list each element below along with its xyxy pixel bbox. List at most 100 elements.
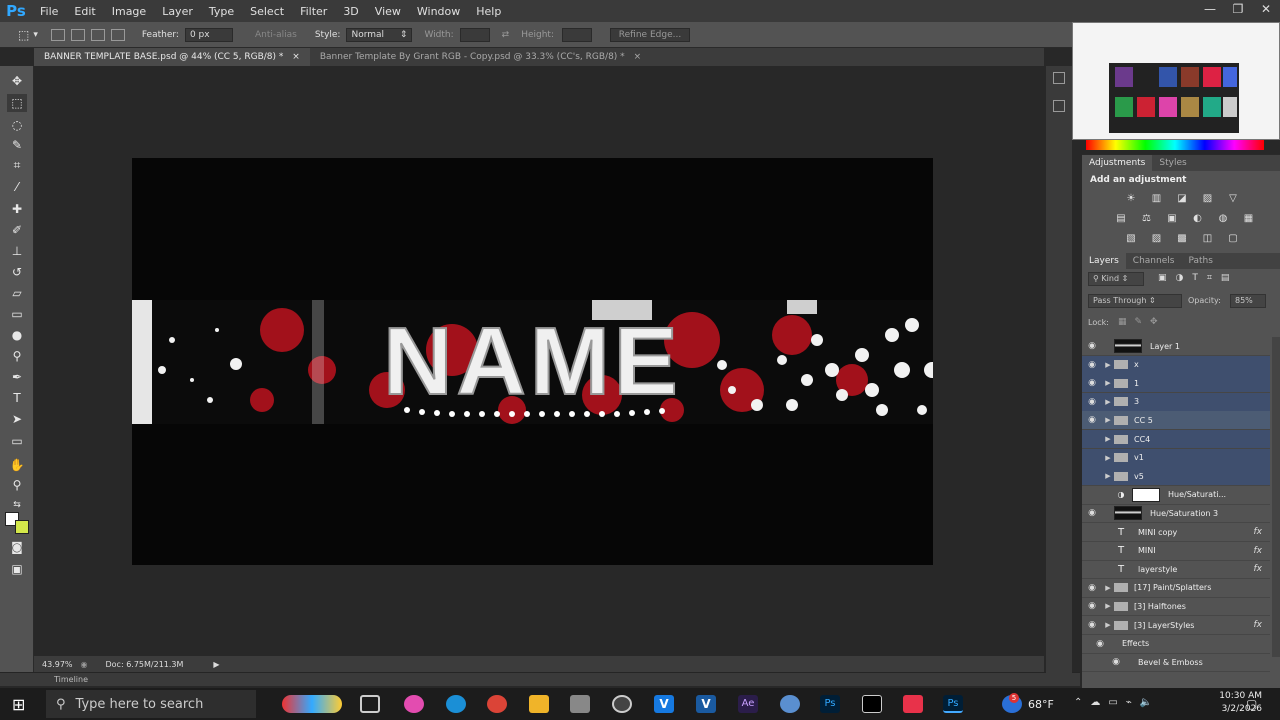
expand-triangle-icon[interactable]: ▶ (1102, 454, 1114, 462)
edge-icon[interactable] (446, 695, 466, 713)
capcut-icon[interactable] (862, 695, 882, 713)
menu-window[interactable]: Window (409, 5, 468, 18)
obs-icon[interactable] (612, 695, 632, 713)
history-brush-icon[interactable]: ↺ (7, 263, 27, 281)
menu-help[interactable]: Help (468, 5, 509, 18)
info-icon[interactable]: ◉ (81, 660, 88, 669)
layer-row[interactable]: ◑ Hue/Saturati... (1082, 486, 1270, 505)
close-icon[interactable]: ✕ (1252, 0, 1280, 22)
layer-row[interactable]: ◉ ▶ [17] Paint/Splatters (1082, 579, 1270, 598)
visibility-eye-icon[interactable]: ◉ (1106, 657, 1126, 667)
expand-triangle-icon[interactable]: ▶ (1102, 379, 1114, 387)
layer-row[interactable]: ◉ ▶ CC 5 (1082, 411, 1270, 431)
crop-tool-icon[interactable]: ⌗ (7, 156, 27, 174)
subtract-selection-icon[interactable] (90, 28, 105, 41)
screen-mode-icon[interactable]: ▣ (7, 560, 27, 578)
type-tool-icon[interactable]: T (7, 389, 27, 407)
invert-icon[interactable]: ▧ (1124, 233, 1138, 245)
visibility-eye-icon[interactable]: ◉ (1082, 341, 1102, 351)
navigator-preview[interactable] (1072, 22, 1280, 140)
menu-select[interactable]: Select (242, 5, 292, 18)
visibility-eye-icon[interactable]: ◉ (1082, 601, 1102, 611)
brightness-icon[interactable]: ☀ (1124, 193, 1138, 205)
layer-effects-icon[interactable]: fx (1254, 527, 1263, 537)
history-icon[interactable] (1053, 72, 1065, 84)
layer-row[interactable]: ▶ v1 (1082, 448, 1270, 468)
width-input[interactable] (459, 27, 490, 42)
expand-triangle-icon[interactable]: ▶ (1102, 398, 1114, 406)
layer-row[interactable]: ◉ Hue/Saturation 3 (1082, 504, 1270, 524)
layer-row[interactable]: ◉ Bevel & Emboss (1082, 653, 1270, 673)
widgets-icon[interactable] (282, 695, 342, 713)
menu-3d[interactable]: 3D (335, 5, 366, 18)
lasso-tool-icon[interactable]: ◌ (7, 116, 27, 134)
color-lookup-icon[interactable]: ▦ (1242, 213, 1256, 225)
opacity-input[interactable]: 85% (1230, 294, 1266, 308)
file-explorer-icon[interactable] (529, 695, 549, 713)
close-icon[interactable]: × (292, 52, 300, 62)
menu-image[interactable]: Image (104, 5, 154, 18)
layer-row[interactable]: ◉ ▶ 1 (1082, 374, 1270, 394)
layer-row[interactable]: ◉ ▶ [3] Halftones (1082, 597, 1270, 617)
channel-mixer-icon[interactable]: ◍ (1216, 213, 1230, 225)
close-icon[interactable]: × (634, 52, 642, 62)
system-tray-icons[interactable]: ⌃☁▭⌁🔈 (1074, 697, 1160, 708)
visibility-eye-icon[interactable]: ◉ (1082, 620, 1102, 630)
menu-view[interactable]: View (367, 5, 409, 18)
visibility-eye-icon[interactable]: ◉ (1082, 378, 1102, 388)
layer-filter-icons[interactable]: ▣◑T⌗▤ (1158, 273, 1238, 283)
marquee-tool-icon[interactable]: ⬚ (18, 28, 29, 42)
visibility-eye-icon[interactable]: ◉ (1082, 397, 1102, 407)
copilot-icon[interactable] (404, 695, 424, 713)
photoshop-active-icon[interactable]: Ps (943, 695, 963, 713)
layer-thumbnail[interactable] (1114, 339, 1142, 353)
style-select[interactable]: Normal ⇕ (346, 27, 413, 42)
path-select-tool-icon[interactable]: ➤ (7, 410, 27, 428)
pen-tool-icon[interactable]: ✒ (7, 368, 27, 386)
blend-mode-select[interactable]: Pass Through ⇕ (1088, 294, 1182, 308)
timeline-panel[interactable]: Timeline (0, 672, 1080, 686)
zoom-tool-icon[interactable]: ⚲ (7, 476, 27, 494)
windows-start-icon[interactable]: ⊞ (12, 695, 25, 714)
layer-row[interactable]: Tlayerstyle fx (1082, 560, 1270, 580)
layer-effects-icon[interactable]: fx (1254, 620, 1263, 630)
tab-layers[interactable]: Layers (1082, 253, 1126, 269)
expand-triangle-icon[interactable]: ▶ (1102, 472, 1114, 480)
kind-filter-select[interactable]: ⚲ Kind ⇕ (1088, 272, 1144, 286)
tab-styles[interactable]: Styles (1152, 158, 1193, 168)
hand-tool-icon[interactable]: ✋ (7, 456, 27, 474)
layer-row[interactable]: ◉ ▶ 3 (1082, 392, 1270, 412)
layer-row[interactable]: ▶ CC4 (1082, 430, 1270, 449)
photoshop-taskbar-icon[interactable]: Ps (820, 695, 840, 713)
mail-icon[interactable] (570, 695, 590, 713)
threshold-icon[interactable]: ▩ (1175, 233, 1189, 245)
gradient-map-icon[interactable]: ◫ (1201, 233, 1215, 245)
lock-icons[interactable]: ▦✎✥ (1118, 317, 1166, 327)
layer-effects-icon[interactable]: fx (1254, 546, 1263, 556)
doc-tab[interactable]: Banner Template By Grant RGB - Copy.psd … (310, 48, 651, 66)
layer-row[interactable]: ◉ ▶ [3] LayerStyles fx (1082, 616, 1270, 635)
expand-triangle-icon[interactable]: ▶ (1102, 416, 1114, 424)
background-color-swatch[interactable] (15, 520, 29, 534)
curves-icon[interactable]: ◪ (1175, 193, 1189, 205)
height-input[interactable] (562, 27, 592, 42)
eyedropper-tool-icon[interactable]: ⁄ (7, 178, 27, 196)
taskbar-search[interactable]: ⚲ Type here to search (46, 690, 256, 718)
black-white-icon[interactable]: ▣ (1165, 213, 1179, 225)
task-view-icon[interactable] (360, 695, 380, 713)
layer-mask-thumbnail[interactable] (1132, 487, 1160, 502)
notifications-icon[interactable]: ▢ (1246, 697, 1257, 711)
feather-input[interactable]: 0 px (184, 27, 233, 42)
expand-triangle-icon[interactable]: ▶ (1102, 584, 1114, 592)
expand-triangle-icon[interactable]: ▶ (1102, 621, 1114, 629)
restore-icon[interactable]: ❐ (1224, 0, 1252, 22)
visibility-eye-icon[interactable]: ◉ (1082, 508, 1102, 518)
brush-tool-icon[interactable]: ✐ (7, 221, 27, 239)
zoom-level[interactable]: 43.97% (42, 660, 73, 669)
visibility-eye-icon[interactable]: ◉ (1082, 415, 1102, 425)
eraser-tool-icon[interactable]: ▱ (7, 284, 27, 302)
steam-icon[interactable] (780, 695, 800, 713)
after-effects-icon[interactable]: Ae (738, 695, 758, 713)
properties-icon[interactable] (1053, 100, 1065, 112)
vegas-icon[interactable]: V (654, 695, 674, 713)
